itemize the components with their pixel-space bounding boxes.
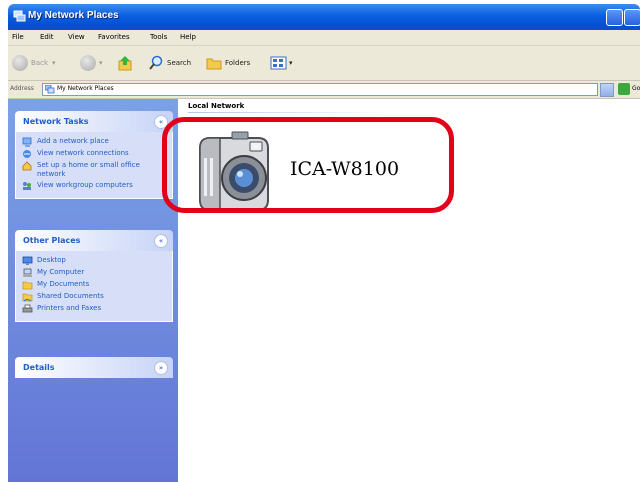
window-title: My Network Places — [28, 10, 119, 21]
folders-label: Folders — [225, 59, 251, 67]
search-button[interactable]: Search — [148, 54, 191, 72]
address-input[interactable]: My Network Places — [42, 83, 598, 96]
printer-icon — [22, 304, 33, 313]
menu-view[interactable]: View — [68, 33, 85, 41]
network-connections-icon — [23, 150, 31, 158]
group-label: Local Network — [188, 102, 245, 110]
address-label: Address — [10, 85, 34, 92]
network-places-icon — [45, 85, 55, 94]
go-arrow-icon[interactable] — [618, 83, 630, 95]
details-header[interactable]: Details » — [15, 357, 173, 378]
desktop-icon — [22, 256, 33, 265]
place-printers-faxes[interactable]: Printers and Faxes — [16, 303, 172, 315]
folders-button[interactable]: Folders — [206, 54, 250, 72]
network-places-icon — [13, 10, 26, 22]
address-bar: Address My Network Places Go — [8, 81, 640, 99]
other-places-panel: Other Places « Desktop My Computer My Do… — [15, 230, 173, 322]
network-tasks-list: Add a network place View network connect… — [15, 132, 173, 199]
network-tasks-panel: Network Tasks « Add a network place View… — [15, 111, 173, 199]
place-my-documents[interactable]: My Documents — [16, 279, 172, 291]
shared-documents-icon — [22, 293, 33, 302]
menu-favorites[interactable]: Favorites — [98, 33, 130, 41]
task-label: View network connections — [37, 149, 129, 157]
folders-icon — [206, 58, 222, 70]
views-dropdown-icon: ▾ — [289, 59, 293, 67]
views-button[interactable]: ▾ — [270, 54, 293, 72]
task-add-network-place[interactable]: Add a network place — [16, 136, 172, 148]
task-label: View workgroup computers — [37, 181, 133, 189]
place-label: Shared Documents — [37, 292, 104, 300]
task-label: Set up a home or small office network — [37, 161, 140, 178]
task-setup-home-network[interactable]: Set up a home or small office network — [16, 160, 172, 180]
search-label: Search — [167, 59, 192, 67]
up-folder-icon — [118, 56, 132, 71]
my-documents-icon — [22, 281, 33, 290]
home-network-icon — [22, 161, 32, 171]
go-label[interactable]: Go — [632, 85, 640, 92]
network-tasks-title: Network Tasks — [23, 117, 89, 126]
other-places-header[interactable]: Other Places « — [15, 230, 173, 251]
place-label: Printers and Faxes — [37, 304, 102, 312]
details-title: Details — [23, 363, 55, 372]
place-my-computer[interactable]: My Computer — [16, 267, 172, 279]
address-dropdown-button[interactable] — [600, 83, 614, 97]
task-pane: Network Tasks « Add a network place View… — [8, 99, 178, 482]
back-dropdown-icon: ▾ — [52, 59, 56, 67]
group-divider — [188, 112, 388, 113]
up-folder-button[interactable] — [118, 54, 134, 72]
forward-dropdown-icon: ▾ — [99, 59, 103, 67]
network-tasks-header[interactable]: Network Tasks « — [15, 111, 173, 132]
forward-button[interactable]: ▾ — [80, 54, 103, 72]
menu-edit[interactable]: Edit — [40, 33, 54, 41]
highlight-box — [162, 117, 454, 213]
title-bar[interactable]: My Network Places — [8, 4, 640, 30]
task-label: Add a network place — [37, 137, 109, 145]
place-label: Desktop — [37, 256, 66, 264]
menu-tools[interactable]: Tools — [150, 33, 167, 41]
maximize-button[interactable] — [624, 9, 640, 26]
other-places-title: Other Places — [23, 236, 81, 245]
back-button[interactable]: Back ▾ — [12, 54, 56, 72]
menu-file[interactable]: File — [12, 33, 24, 41]
place-label: My Computer — [37, 268, 85, 276]
task-view-workgroup-computers[interactable]: View workgroup computers — [16, 180, 172, 192]
workgroup-icon — [23, 182, 31, 190]
views-icon — [270, 56, 287, 70]
other-places-list: Desktop My Computer My Documents Shared … — [15, 251, 173, 322]
place-desktop[interactable]: Desktop — [16, 255, 172, 267]
back-arrow-icon — [12, 55, 28, 71]
forward-arrow-icon — [80, 55, 96, 71]
address-value: My Network Places — [57, 85, 114, 92]
expand-chevron-icon[interactable]: » — [154, 361, 168, 375]
back-label: Back — [31, 59, 48, 67]
menu-bar: File Edit View Favorites Tools Help — [8, 30, 640, 46]
menu-help[interactable]: Help — [180, 33, 196, 41]
task-view-network-connections[interactable]: View network connections — [16, 148, 172, 160]
toolbar: Back ▾ ▾ Search Folders ▾ — [8, 46, 640, 81]
place-shared-documents[interactable]: Shared Documents — [16, 291, 172, 303]
add-network-place-icon — [22, 137, 32, 147]
minimize-button[interactable] — [606, 9, 623, 26]
place-label: My Documents — [37, 280, 90, 288]
collapse-chevron-icon[interactable]: « — [154, 234, 168, 248]
details-panel: Details » — [15, 357, 173, 378]
search-icon — [149, 55, 163, 70]
my-computer-icon — [23, 268, 32, 277]
